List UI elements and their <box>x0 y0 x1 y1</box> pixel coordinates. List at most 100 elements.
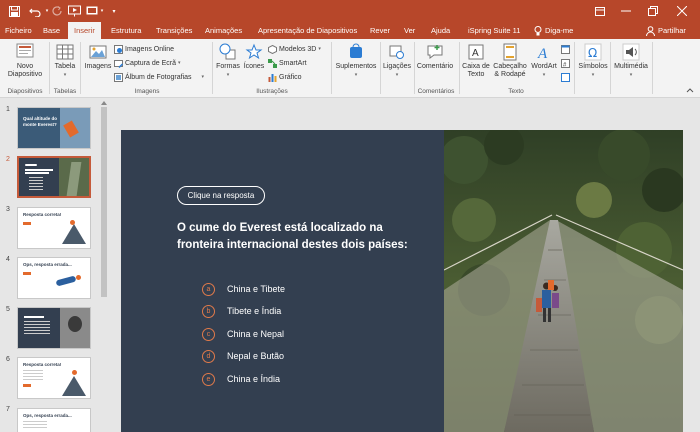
collapse-ribbon-icon[interactable] <box>686 84 694 96</box>
wordart-dropdown-icon: ▾ <box>542 72 546 78</box>
thumbnail-options <box>29 177 43 191</box>
answer-option-a[interactable]: a China e Tibete <box>202 282 285 296</box>
screenshot-button[interactable]: Captura de Ecrã ▾ <box>114 57 181 69</box>
tab-ficheiro[interactable]: Ficheiro <box>2 22 35 39</box>
chart-button[interactable]: Gráfico <box>268 71 302 83</box>
tab-ajuda[interactable]: Ajuda <box>428 22 453 39</box>
thumbnail-line <box>25 172 49 174</box>
slide-thumbnail-7[interactable]: Ops, resposta errada... <box>17 408 91 432</box>
slide-thumbnail-3[interactable]: Resposta correta! <box>17 207 91 249</box>
scroll-up-icon[interactable] <box>101 100 107 105</box>
scrollbar-thumb[interactable] <box>101 107 107 297</box>
group-slides-label: Diapositivos <box>7 88 43 95</box>
question-text: O cume do Everest está localizado na fro… <box>177 222 408 251</box>
media-button[interactable]: Multimédia ▾ <box>611 43 651 79</box>
tab-estrutura[interactable]: Estrutura <box>108 22 144 39</box>
ribbon-divider <box>80 42 81 94</box>
new-slide-label: Novo Diapositivo <box>7 63 43 78</box>
thumbnail-accent <box>23 222 31 225</box>
slide-thumbnail-5[interactable] <box>17 307 91 349</box>
photo-album-icon <box>114 72 123 82</box>
comment-button[interactable]: Comentário <box>414 43 456 71</box>
option-text: China e Tibete <box>227 284 286 294</box>
table-button[interactable]: Tabela ▾ <box>52 43 78 79</box>
thumbnail-number: 6 <box>6 356 10 363</box>
thumbnail-figure <box>72 370 77 375</box>
addins-button[interactable]: Suplementos ▾ <box>333 43 379 79</box>
tab-inserir[interactable]: Inserir <box>68 22 101 39</box>
share-button[interactable]: Partilhar <box>646 22 686 39</box>
option-text: China e Nepal <box>227 329 285 339</box>
date-time-button[interactable] <box>561 43 570 55</box>
save-icon[interactable] <box>7 4 21 18</box>
tab-base[interactable]: Base <box>40 22 63 39</box>
wordart-label: WordArt <box>531 63 557 70</box>
undo-dropdown-icon[interactable]: ▾ <box>44 4 50 18</box>
ribbon-display-options-icon[interactable] <box>588 3 612 19</box>
minimize-icon[interactable] <box>614 3 638 19</box>
slide-number-button[interactable]: # <box>561 57 570 69</box>
ribbon-tabs: Ficheiro Base Inserir Estrutura Transiçõ… <box>0 22 700 39</box>
thumbnails-scrollbar[interactable] <box>100 99 108 432</box>
tab-animacoes[interactable]: Animações <box>202 22 245 39</box>
table-icon <box>56 43 74 61</box>
tab-ver[interactable]: Ver <box>401 22 418 39</box>
smartart-button[interactable]: SmartArt <box>268 57 307 69</box>
textbox-button[interactable]: A Caixa de Texto <box>461 43 491 79</box>
presentation-dropdown-icon[interactable]: ▾ <box>99 4 105 18</box>
thumbnail-figure <box>55 275 77 287</box>
slide-number-icon: # <box>561 58 570 68</box>
answer-option-b[interactable]: b Tibete e Índia <box>202 304 281 318</box>
photo-album-button[interactable]: Álbum de Fotografias ▾ <box>114 71 204 83</box>
tab-apresentacao[interactable]: Apresentação de Diapositivos <box>255 22 360 39</box>
answer-option-e[interactable]: e China e Índia <box>202 372 280 386</box>
shapes-button[interactable]: Formas ▾ <box>215 43 241 79</box>
tab-rever[interactable]: Rever <box>367 22 393 39</box>
cube-icon <box>268 44 277 54</box>
thumbnail-number: 4 <box>6 256 10 263</box>
table-label: Tabela <box>54 63 76 70</box>
ribbon-divider <box>574 42 575 94</box>
answer-option-d[interactable]: d Nepal e Butão <box>202 349 284 363</box>
media-label: Multimédia <box>614 63 648 70</box>
slide-thumbnail-2[interactable] <box>17 156 91 198</box>
slide-canvas[interactable]: Clique na resposta O cume do Everest est… <box>121 130 683 432</box>
wordart-button[interactable]: A WordArt ▾ <box>529 43 559 79</box>
thumbnail-mountain <box>62 376 86 396</box>
customize-toolbar-icon[interactable]: ▾ <box>110 4 118 18</box>
group-images-label: Imagens <box>134 88 160 95</box>
restore-icon[interactable] <box>641 3 665 19</box>
object-button[interactable] <box>561 71 570 83</box>
tab-transicoes[interactable]: Transições <box>153 22 195 39</box>
thumbnail-line <box>24 316 44 318</box>
new-slide-button[interactable]: Novo Diapositivo <box>4 43 46 79</box>
start-from-beginning-icon[interactable] <box>67 4 81 18</box>
thumbnail-figure <box>70 220 75 225</box>
speaker-icon <box>622 43 640 61</box>
answer-option-c[interactable]: c China e Nepal <box>202 327 284 341</box>
models-3d-button[interactable]: Modelos 3D ▾ <box>268 43 321 55</box>
online-images-button[interactable]: Imagens Online <box>114 43 174 55</box>
media-dropdown-icon: ▾ <box>629 72 633 78</box>
close-icon[interactable] <box>670 3 694 19</box>
tab-ispring[interactable]: iSpring Suite 11 <box>465 22 523 39</box>
slide-thumbnail-4[interactable]: Ops, resposta errada... <box>17 257 91 299</box>
picture-icon <box>89 43 107 61</box>
symbols-button[interactable]: Ω Símbolos ▾ <box>576 43 610 79</box>
tell-me-search[interactable]: Diga-me <box>534 22 573 39</box>
undo-icon[interactable] <box>28 4 44 18</box>
slide-thumbnail-6[interactable]: Resposta correta! <box>17 357 91 399</box>
images-label: Imagens <box>84 63 112 70</box>
header-footer-button[interactable]: Cabeçalho & Rodapé <box>492 43 528 79</box>
chart-icon <box>268 73 277 82</box>
icons-button[interactable]: Ícones <box>242 43 266 71</box>
links-button[interactable]: Ligações ▾ <box>381 43 413 79</box>
symbols-label: Símbolos <box>578 63 608 70</box>
images-button[interactable]: Imagens <box>84 43 112 71</box>
option-letter-badge: c <box>202 327 215 341</box>
thumbnail-title: Ops, resposta errada... <box>23 262 72 267</box>
ribbon-divider <box>459 42 460 94</box>
slide-thumbnail-1[interactable]: Qual altitude do monte Everest? <box>17 107 91 149</box>
click-answer-button[interactable]: Clique na resposta <box>177 186 265 205</box>
presentation-icon[interactable] <box>85 4 99 18</box>
